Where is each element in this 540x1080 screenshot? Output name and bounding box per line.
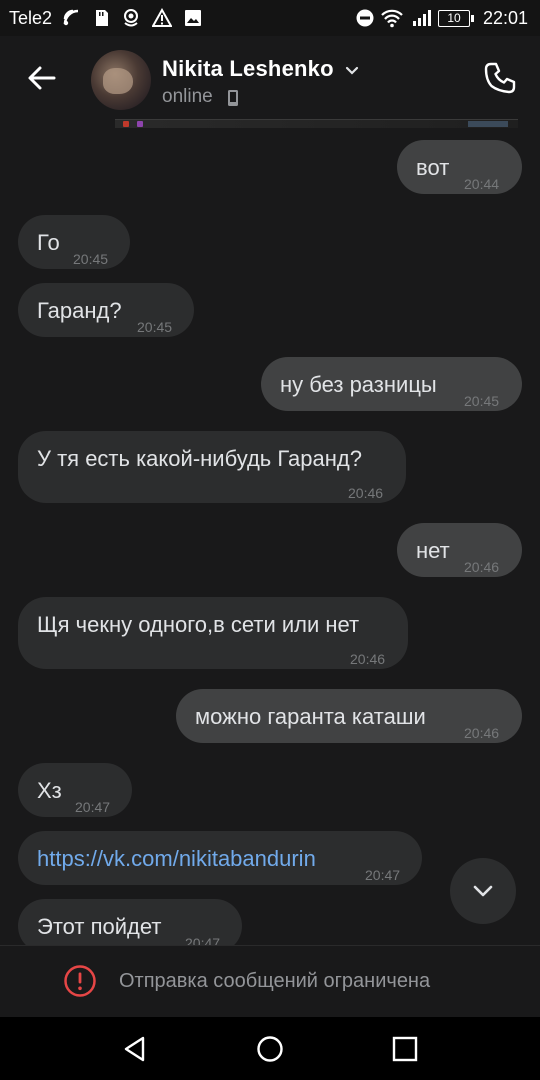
message-bubble-outgoing[interactable]: вот 20:44 xyxy=(397,140,522,194)
nav-recents-icon[interactable] xyxy=(391,1035,419,1063)
gallery-icon xyxy=(185,10,201,26)
message-time: 20:47 xyxy=(185,935,221,945)
phone-call-icon[interactable] xyxy=(482,60,518,96)
battery-tip xyxy=(471,15,474,22)
message-bubble-outgoing[interactable]: ну без разницы 20:45 xyxy=(261,357,522,411)
chat-header: Nikita Leshenko online xyxy=(0,36,540,122)
restriction-text: Отправка сообщений ограничена xyxy=(119,970,431,992)
message-text: Гаранд? xyxy=(37,298,122,323)
message-time: 20:46 xyxy=(464,725,500,741)
message-bubble-incoming[interactable]: Го 20:45 xyxy=(18,215,130,269)
message-text: Этот пойдет xyxy=(37,914,162,939)
message-text: можно гаранта каташи xyxy=(195,704,426,729)
message-text: Щя чекну одного,в сети или нет xyxy=(37,612,360,637)
message-text: Го xyxy=(37,230,60,255)
message-time: 20:47 xyxy=(365,867,401,883)
message-bubble-incoming[interactable]: https://vk.com/nikitabandurin 20:47 xyxy=(18,831,422,885)
message-time: 20:45 xyxy=(73,251,109,267)
message-bubble-outgoing[interactable]: можно гаранта каташи 20:46 xyxy=(176,689,522,743)
message-time: 20:46 xyxy=(348,485,384,501)
message-text: Хз xyxy=(37,778,62,803)
message-time: 20:45 xyxy=(464,393,500,409)
status-bar: Tele2 10 22:01 xyxy=(0,0,540,36)
message-time: 20:47 xyxy=(75,799,111,815)
message-bubble-incoming[interactable]: Этот пойдет 20:47 xyxy=(18,899,242,945)
message-bubble-incoming[interactable]: У тя есть какой-нибудь Гаранд? 20:46 xyxy=(18,431,406,503)
message-time: 20:46 xyxy=(464,559,500,575)
message-bubble-incoming[interactable]: Щя чекну одного,в сети или нет 20:46 xyxy=(18,597,408,669)
location-icon xyxy=(124,9,138,27)
clock: 22:01 xyxy=(482,8,528,28)
alert-circle-icon xyxy=(64,965,96,997)
message-text: вот xyxy=(416,155,450,180)
battery-level: 10 xyxy=(447,11,461,25)
sd-card-icon xyxy=(96,10,108,26)
battery-icon: 10 xyxy=(438,10,470,27)
message-time: 20:46 xyxy=(350,651,386,667)
message-list[interactable]: вот 20:44 Го 20:45 Гаранд? 20:45 ну без … xyxy=(0,127,540,945)
scroll-to-bottom-button[interactable] xyxy=(450,858,516,924)
warning-triangle-icon xyxy=(152,8,172,27)
back-arrow-icon[interactable] xyxy=(24,60,60,96)
avatar[interactable] xyxy=(91,50,151,110)
system-navigation-bar xyxy=(0,1017,540,1080)
message-restriction-bar: Отправка сообщений ограничена xyxy=(0,945,540,1018)
message-time: 20:44 xyxy=(464,176,500,192)
signal-icon xyxy=(413,10,431,26)
wifi-hotspot-icon xyxy=(63,9,79,26)
contact-status: online xyxy=(162,86,213,107)
message-text: У тя есть какой-нибудь Гаранд? xyxy=(37,446,362,471)
message-text: ну без разницы xyxy=(280,372,437,397)
message-time: 20:45 xyxy=(137,319,173,335)
mobile-phone-icon xyxy=(228,90,238,106)
do-not-disturb-icon xyxy=(356,9,374,27)
message-bubble-outgoing[interactable]: нет 20:46 xyxy=(397,523,522,577)
message-link[interactable]: https://vk.com/nikitabandurin xyxy=(37,845,316,873)
message-text: нет xyxy=(416,538,450,563)
message-bubble-incoming[interactable]: Гаранд? 20:45 xyxy=(18,283,194,337)
chevron-down-icon xyxy=(473,885,493,897)
carrier-label: Tele2 xyxy=(9,8,53,28)
nav-home-icon[interactable] xyxy=(256,1035,284,1063)
nav-back-icon[interactable] xyxy=(121,1035,149,1063)
contact-name[interactable]: Nikita Leshenko xyxy=(162,56,334,82)
message-bubble-incoming[interactable]: Хз 20:47 xyxy=(18,763,132,817)
wifi-icon xyxy=(381,9,403,28)
chevron-down-icon[interactable] xyxy=(344,63,360,77)
